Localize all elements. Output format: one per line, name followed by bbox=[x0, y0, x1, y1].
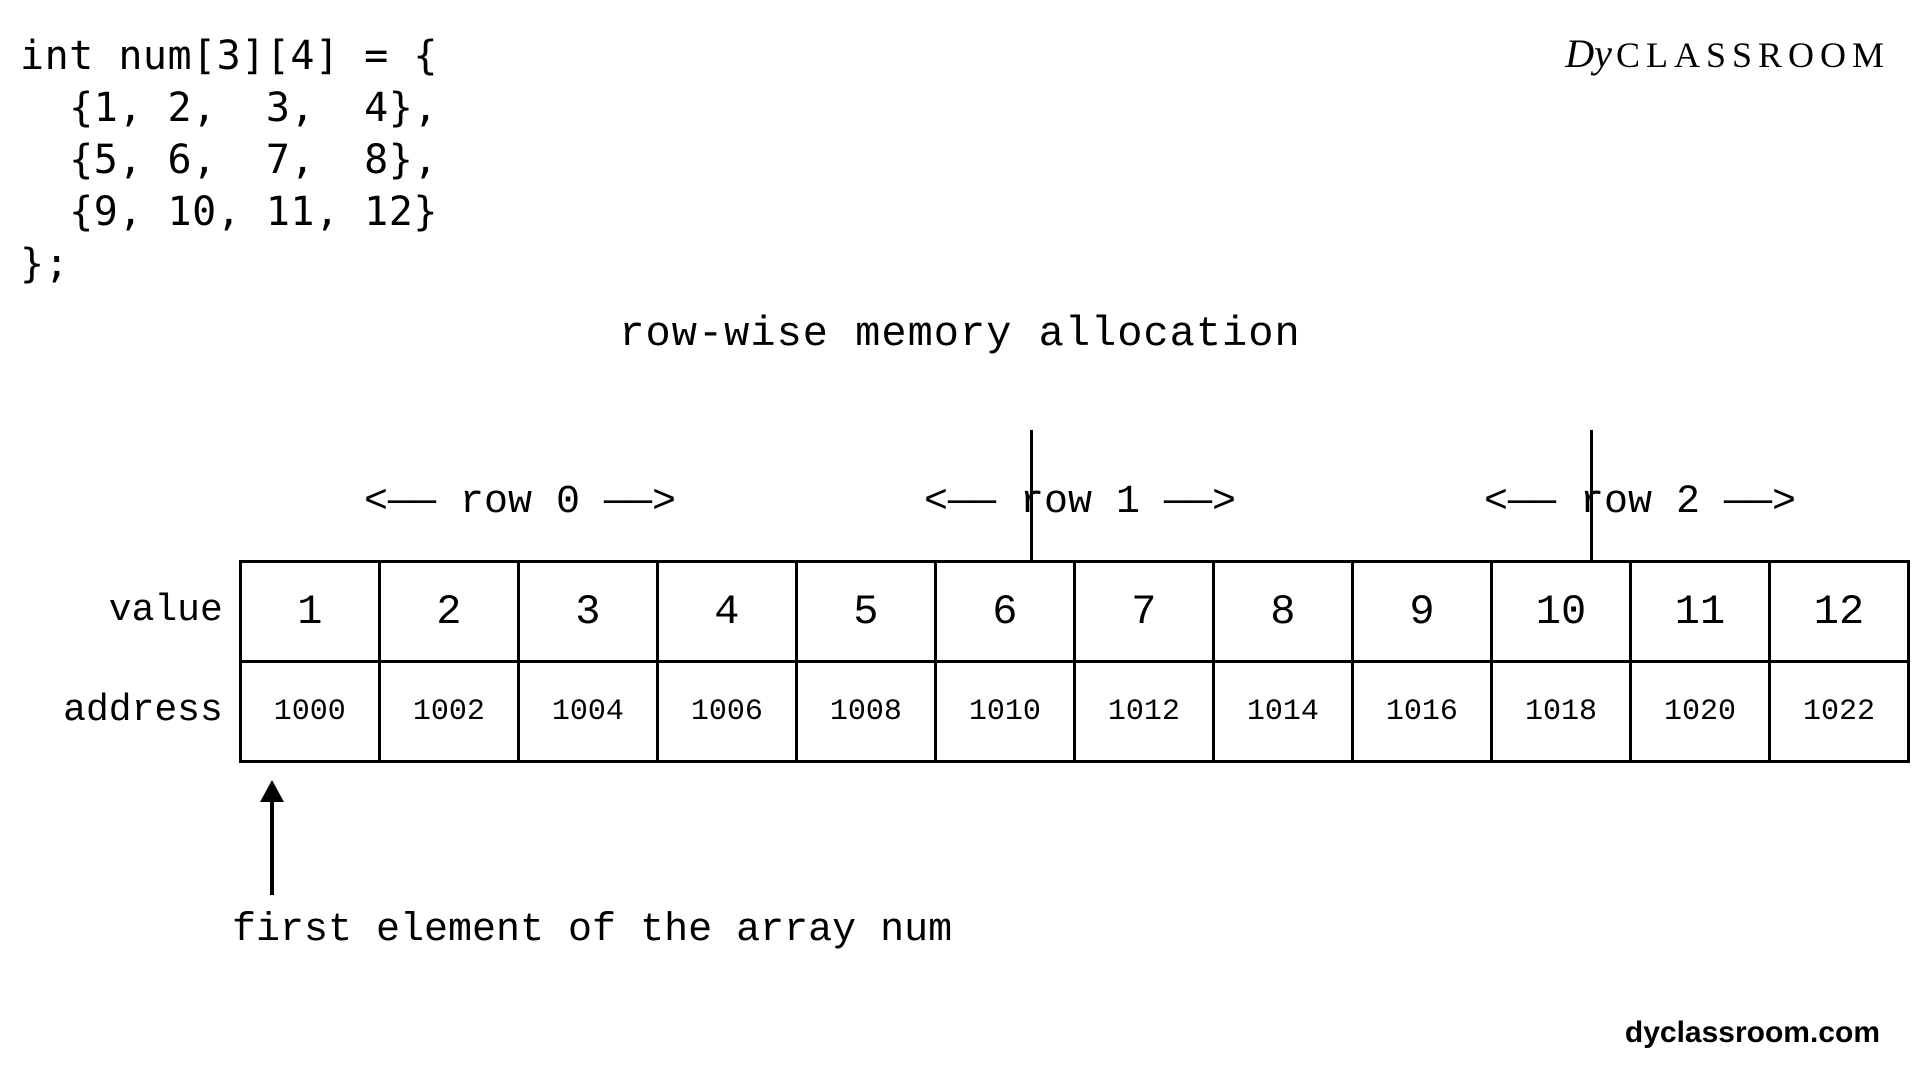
row-header-1: <—— row 1 ——> bbox=[800, 480, 1360, 525]
logo: DyCLASSROOM bbox=[1565, 30, 1890, 77]
value-cell: 7 bbox=[1074, 562, 1213, 662]
address-cell: 1022 bbox=[1769, 662, 1908, 762]
first-element-caption: first element of the array num bbox=[232, 908, 952, 953]
value-cell: 2 bbox=[379, 562, 518, 662]
label-value: value bbox=[10, 560, 239, 660]
row-header-0: <—— row 0 ——> bbox=[240, 480, 800, 525]
row-headers: <—— row 0 ——> <—— row 1 ——> <—— row 2 ——… bbox=[240, 430, 1910, 560]
logo-rest: CLASSROOM bbox=[1616, 35, 1890, 75]
value-cell: 6 bbox=[935, 562, 1074, 662]
value-cell: 8 bbox=[1213, 562, 1352, 662]
code-block: int num[3][4] = { {1, 2, 3, 4}, {5, 6, 7… bbox=[20, 30, 438, 290]
memory-table: 1 2 3 4 5 6 7 8 9 10 11 12 1000 1002 100… bbox=[239, 560, 1910, 763]
row-labels: value address bbox=[10, 560, 239, 763]
address-cell: 1018 bbox=[1491, 662, 1630, 762]
address-cell: 1010 bbox=[935, 662, 1074, 762]
address-cell: 1016 bbox=[1352, 662, 1491, 762]
address-cell: 1008 bbox=[796, 662, 935, 762]
address-cell: 1014 bbox=[1213, 662, 1352, 762]
separator-line-2 bbox=[1590, 430, 1593, 560]
value-cell: 1 bbox=[240, 562, 379, 662]
separator-line-1 bbox=[1030, 430, 1033, 560]
value-cell: 11 bbox=[1630, 562, 1769, 662]
address-cell: 1006 bbox=[657, 662, 796, 762]
value-cell: 9 bbox=[1352, 562, 1491, 662]
memory-table-wrap: value address 1 2 3 4 5 6 7 8 9 10 11 12… bbox=[10, 560, 1910, 763]
value-cell: 12 bbox=[1769, 562, 1908, 662]
footer-url: dyclassroom.com bbox=[1625, 1016, 1880, 1050]
first-element-annotation: first element of the array num bbox=[232, 780, 952, 953]
logo-dy: Dy bbox=[1565, 31, 1612, 76]
up-arrow-icon bbox=[232, 780, 312, 900]
address-cell: 1002 bbox=[379, 662, 518, 762]
address-cell: 1012 bbox=[1074, 662, 1213, 762]
address-cell: 1004 bbox=[518, 662, 657, 762]
value-cell: 3 bbox=[518, 562, 657, 662]
value-cell: 10 bbox=[1491, 562, 1630, 662]
value-cell: 5 bbox=[796, 562, 935, 662]
address-cell: 1000 bbox=[240, 662, 379, 762]
address-cell: 1020 bbox=[1630, 662, 1769, 762]
memory-diagram: <—— row 0 ——> <—— row 1 ——> <—— row 2 ——… bbox=[10, 430, 1910, 763]
row-header-2: <—— row 2 ——> bbox=[1360, 480, 1920, 525]
diagram-title: row-wise memory allocation bbox=[0, 310, 1920, 358]
address-row: 1000 1002 1004 1006 1008 1010 1012 1014 … bbox=[240, 662, 1908, 762]
label-address: address bbox=[10, 660, 239, 760]
value-cell: 4 bbox=[657, 562, 796, 662]
value-row: 1 2 3 4 5 6 7 8 9 10 11 12 bbox=[240, 562, 1908, 662]
